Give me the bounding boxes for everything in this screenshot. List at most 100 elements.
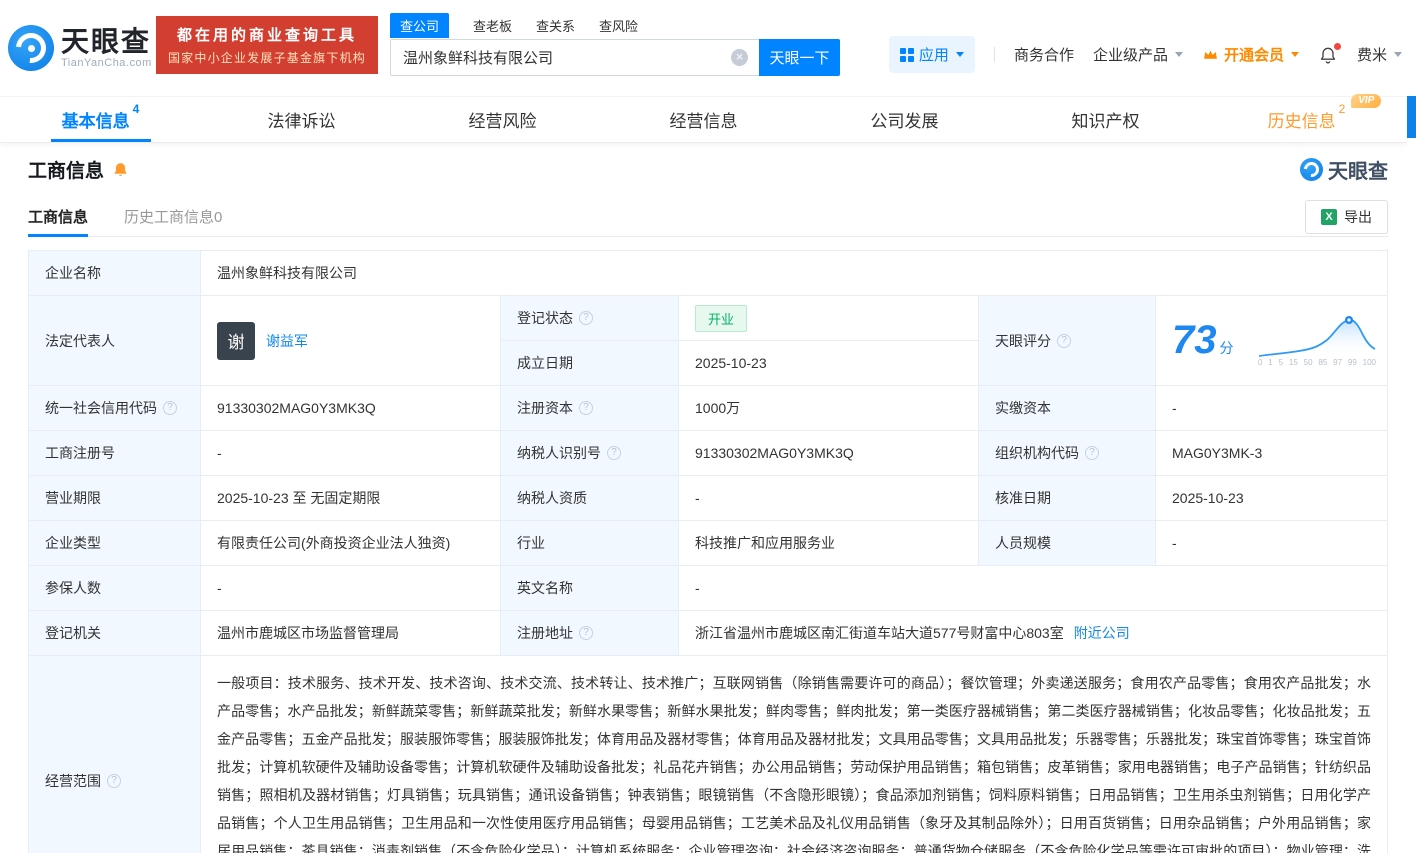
excel-icon: X xyxy=(1321,209,1337,225)
open-vip-label: 开通会员 xyxy=(1224,44,1284,65)
tianyancha-logo-icon xyxy=(8,25,54,71)
help-icon[interactable]: ? xyxy=(107,774,121,788)
tianyancha-watermark-icon xyxy=(1300,158,1323,181)
clear-input-icon[interactable]: × xyxy=(731,49,748,66)
tab-intellectual-property-label: 知识产权 xyxy=(1072,107,1140,132)
field-value-reg-no: - xyxy=(201,431,501,476)
user-menu[interactable]: 费米 xyxy=(1357,44,1402,65)
section-header: 工商信息 天眼查 xyxy=(28,155,1388,184)
search-tab-risk[interactable]: 查风险 xyxy=(599,16,638,35)
field-label-english-name: 英文名称 xyxy=(501,566,679,611)
score-number: 73 xyxy=(1172,318,1217,363)
field-value-reg-address: 浙江省温州市鹿城区南汇街道车站大道577号财富中心803室 附近公司 xyxy=(679,611,1388,656)
scrollbar-thumb[interactable] xyxy=(1407,96,1416,138)
vip-badge: VIP xyxy=(1351,94,1381,108)
tab-legal-litigation[interactable]: 法律诉讼 xyxy=(201,97,402,142)
slogan-line1: 都在用的商业查询工具 xyxy=(177,24,357,45)
score-axis-ticks: 0151550859799100 xyxy=(1257,358,1377,367)
search-tab-company[interactable]: 查公司 xyxy=(390,13,449,38)
subtab-history-business-info-label: 历史工商信息0 xyxy=(124,206,222,227)
field-label-approve-date: 核准日期 xyxy=(979,476,1156,521)
field-label-staff-size: 人员规模 xyxy=(979,521,1156,566)
subtab-business-info-label: 工商信息 xyxy=(28,206,88,227)
tab-company-development[interactable]: 公司发展 xyxy=(804,97,1005,142)
field-label-business-scope: 经营范围 ? xyxy=(29,656,201,853)
help-icon[interactable]: ? xyxy=(1057,334,1071,348)
notification-dot xyxy=(1334,43,1341,50)
business-cooperation-label: 商务合作 xyxy=(1014,44,1074,65)
subtab-business-info[interactable]: 工商信息 xyxy=(28,197,88,236)
field-value-legal-rep: 谢 谢益军 xyxy=(201,296,501,386)
company-nav-tabs: 基本信息 4 法律诉讼 经营风险 经营信息 公司发展 知识产权 历史信息 2 V… xyxy=(0,96,1407,143)
apps-grid-icon xyxy=(900,48,914,62)
score-unit: 分 xyxy=(1220,338,1234,358)
help-icon[interactable]: ? xyxy=(579,626,593,640)
enterprise-products-label: 企业级产品 xyxy=(1093,44,1168,65)
field-value-paid-capital: - xyxy=(1156,386,1388,431)
enterprise-products-menu[interactable]: 企业级产品 xyxy=(1093,44,1183,65)
open-vip-menu[interactable]: 开通会员 xyxy=(1202,44,1299,65)
field-label-industry: 行业 xyxy=(501,521,679,566)
help-icon[interactable]: ? xyxy=(163,401,177,415)
logo-brand-text: 天眼查 xyxy=(61,27,152,57)
field-label-reg-authority: 登记机关 xyxy=(29,611,201,656)
export-button[interactable]: X 导出 xyxy=(1305,200,1388,234)
chevron-down-icon xyxy=(956,52,964,57)
field-label-taxpayer-no: 纳税人识别号 ? xyxy=(501,431,679,476)
field-label-business-term: 营业期限 xyxy=(29,476,201,521)
search-tab-boss[interactable]: 查老板 xyxy=(473,16,512,35)
search-button[interactable]: 天眼一下 xyxy=(759,39,840,76)
chevron-down-icon xyxy=(1394,52,1402,57)
field-label-score: 天眼评分 ? xyxy=(979,296,1156,386)
apps-menu[interactable]: 应用 xyxy=(889,36,975,73)
tab-intellectual-property[interactable]: 知识产权 xyxy=(1005,97,1206,142)
search-tabs: 查公司 查老板 查关系 查风险 xyxy=(390,13,840,38)
field-value-org-code: MAG0Y3MK-3 xyxy=(1156,431,1388,476)
legal-rep-link[interactable]: 谢益军 xyxy=(266,331,308,351)
field-value-taxpayer-no: 91330302MAG0Y3MK3Q xyxy=(679,431,979,476)
help-icon[interactable]: ? xyxy=(1085,446,1099,460)
subscribe-bell-icon[interactable] xyxy=(112,161,129,178)
subtab-history-business-info[interactable]: 历史工商信息0 xyxy=(124,197,222,236)
tab-operation-info[interactable]: 经营信息 xyxy=(603,97,804,142)
score-sparkline xyxy=(1257,314,1377,358)
field-value-reg-authority: 温州市鹿城区市场监督管理局 xyxy=(201,611,501,656)
legal-rep-avatar[interactable]: 谢 xyxy=(217,322,255,360)
notification-bell[interactable] xyxy=(1318,45,1338,65)
search-input[interactable] xyxy=(390,39,759,76)
field-label-company-type: 企业类型 xyxy=(29,521,201,566)
crown-icon xyxy=(1202,46,1219,63)
brand-slogan-banner: 都在用的商业查询工具 国家中小企业发展子基金旗下机构 xyxy=(156,16,378,74)
field-label-reg-address: 注册地址 ? xyxy=(501,611,679,656)
tab-legal-litigation-label: 法律诉讼 xyxy=(268,107,336,132)
field-label-establish-date: 成立日期 xyxy=(501,341,679,386)
tab-operation-risk[interactable]: 经营风险 xyxy=(402,97,603,142)
field-value-credit-code: 91330302MAG0Y3MK3Q xyxy=(201,386,501,431)
field-value-business-term: 2025-10-23 至 无固定期限 xyxy=(201,476,501,521)
nearby-companies-link[interactable]: 附近公司 xyxy=(1074,623,1130,643)
export-button-label: 导出 xyxy=(1344,207,1372,227)
tab-operation-info-label: 经营信息 xyxy=(670,107,738,132)
watermark-brand-text: 天眼查 xyxy=(1328,155,1388,184)
help-icon[interactable]: ? xyxy=(579,401,593,415)
header-menu: 应用 商务合作 企业级产品 开通会员 费米 xyxy=(889,36,1402,73)
tab-history-info[interactable]: 历史信息 2 VIP xyxy=(1206,97,1407,142)
slogan-line2: 国家中小企业发展子基金旗下机构 xyxy=(168,49,366,66)
field-value-taxpayer-quality: - xyxy=(679,476,979,521)
help-icon[interactable]: ? xyxy=(579,311,593,325)
field-value-establish-date: 2025-10-23 xyxy=(679,341,979,386)
field-value-business-scope: 一般项目：技术服务、技术开发、技术咨询、技术交流、技术转让、技术推广；互联网销售… xyxy=(201,656,1388,853)
chevron-down-icon xyxy=(1175,52,1183,57)
tab-company-development-label: 公司发展 xyxy=(871,107,939,132)
business-cooperation-link[interactable]: 商务合作 xyxy=(1014,44,1074,65)
tianyancha-logo[interactable]: 天眼查 TianYanCha.com xyxy=(8,25,152,71)
field-value-approve-date: 2025-10-23 xyxy=(1156,476,1388,521)
search-tab-relation[interactable]: 查关系 xyxy=(536,16,575,35)
tab-basic-info[interactable]: 基本信息 4 xyxy=(0,97,201,142)
score-chart: 0151550859799100 xyxy=(1257,314,1377,367)
help-icon[interactable]: ? xyxy=(607,446,621,460)
menu-divider xyxy=(994,47,995,62)
header: 天眼查 TianYanCha.com 都在用的商业查询工具 国家中小企业发展子基… xyxy=(0,0,1416,96)
apps-menu-label: 应用 xyxy=(919,44,949,65)
tab-operation-risk-label: 经营风险 xyxy=(469,107,537,132)
